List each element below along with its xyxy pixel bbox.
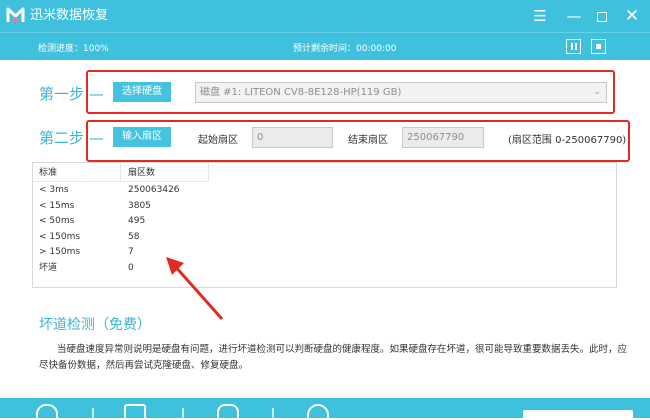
table-cell: < 150ms [39,232,81,242]
divider [272,408,274,418]
select-disk-button[interactable]: 选择硬盘 [113,82,171,102]
annotation-arrow [166,257,224,320]
close-icon[interactable]: ✕ [622,6,642,26]
title-bar: 迅米数据恢复 ☰ — ✕ [0,0,650,32]
menu-icon[interactable]: ☰ [530,6,550,26]
start-sector-input[interactable]: 0 [252,127,333,148]
bad-sector-description: 当硬盘速度异常则说明是硬盘有问题，进行坏道检测可以判断硬盘的健康程度。如果硬盘存… [39,344,628,371]
table-header: 标准 [39,168,58,178]
progress-bar: 检测进度：100% 预计剩余时间：00:00:00 [0,32,650,60]
table-cell: 7 [128,247,134,257]
disk-select[interactable]: 磁盘 #1: LITEON CV8-8E128-HP(119 GB) ⌄ [195,82,607,103]
action-button[interactable] [523,410,633,418]
table-cell: > 150ms [39,247,81,257]
table-cell: < 3ms [39,185,69,195]
table-cell: < 50ms [39,216,75,226]
sector-range-text: (扇区范围 0-250067790) [508,135,627,146]
bad-sector-title: 坏道检测（免费） [39,317,151,333]
table-cell: 495 [128,216,146,226]
pause-icon[interactable] [566,39,581,54]
start-sector-label: 起始扇区 [198,135,238,146]
minimize-icon[interactable]: — [564,6,584,26]
table-cell: 58 [128,232,140,242]
eta-label: 预计剩余时间：00:00:00 [293,44,397,54]
table-cell: < 15ms [39,201,75,211]
divider [182,408,184,418]
divider [92,408,94,418]
table-cell: 坏道 [39,263,58,273]
bottom-toolbar [0,398,650,420]
stop-icon[interactable] [591,39,606,54]
end-sector-label: 结束扇区 [348,135,388,146]
enter-sector-button[interactable]: 输入扇区 [113,127,171,147]
window-title: 迅米数据恢复 [30,8,109,23]
logo-icon [6,7,25,23]
end-sector-input[interactable]: 250067790 [402,127,484,148]
progress-label: 检测进度：100% [38,44,109,54]
table-cell: 0 [128,263,134,273]
maximize-icon[interactable] [592,6,612,26]
table-header-row: 标准 扇区数 [33,163,209,182]
table-cell: 250063426 [128,185,180,195]
stats-table: 标准 扇区数 < 3ms 250063426 < 15ms 3805 < 50ms 4… [32,162,617,288]
dropdown-chevron-icon: ⌄ [593,87,601,97]
table-cell: 3805 [128,201,151,211]
table-header: 扇区数 [128,168,156,178]
